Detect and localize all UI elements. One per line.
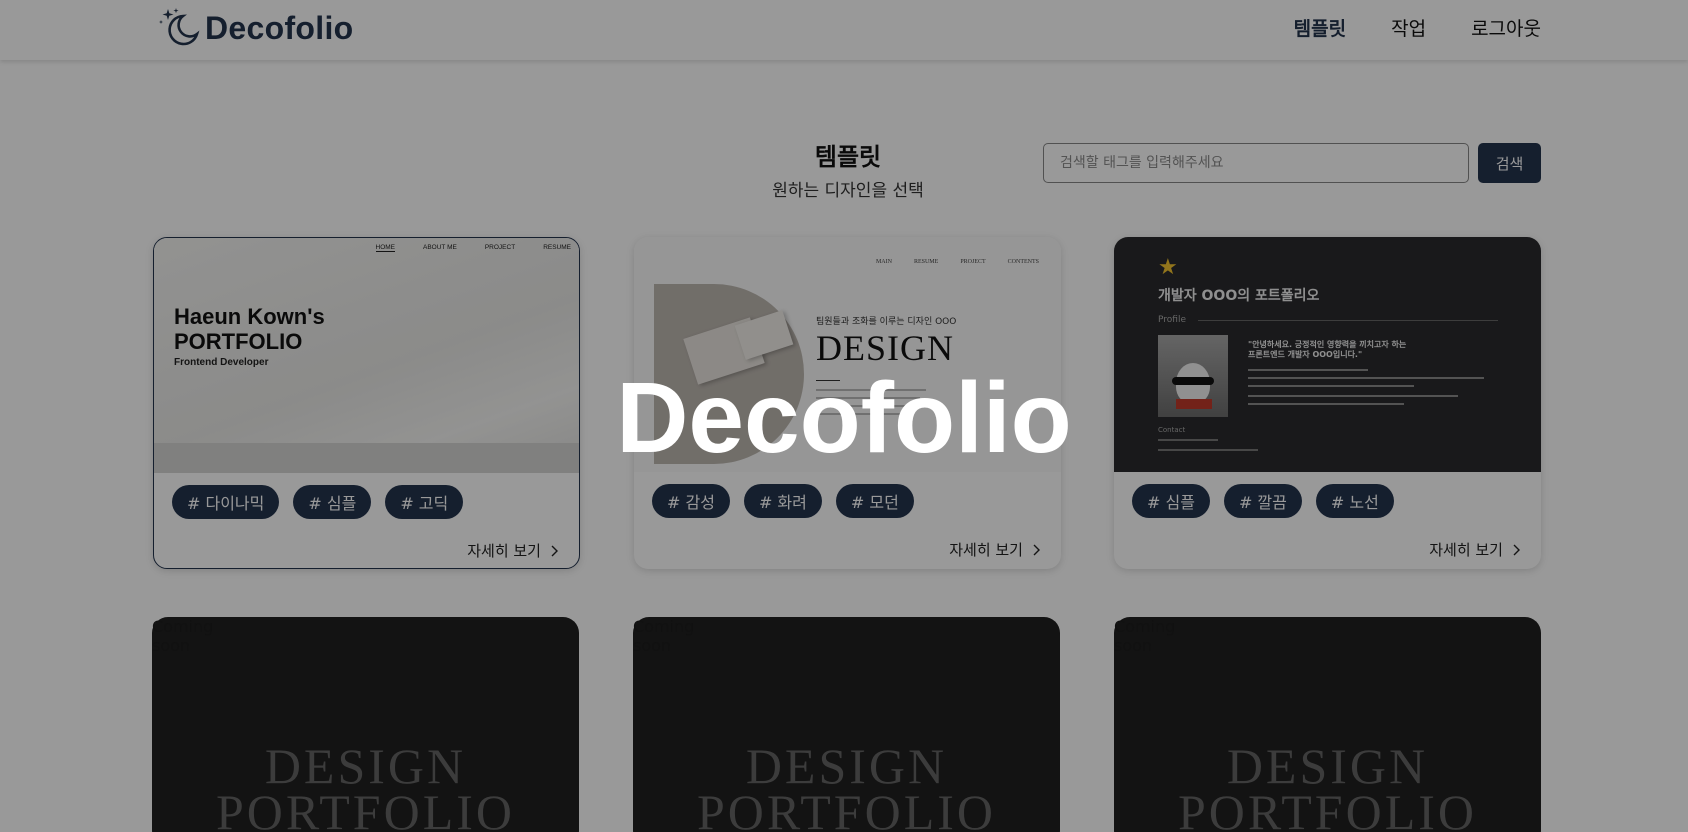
coming-soon-overlay-content: DESIGN PORTFOLIO Coming soon [633,617,1060,832]
coming-soon-label: Coming soon [1114,617,1541,655]
coming-soon-label: Coming soon [152,617,579,655]
coming-soon-bg-text: PORTFOLIO [696,784,997,832]
coming-soon-overlay-content: DESIGN PORTFOLIO Coming soon [152,617,579,832]
coming-soon-label-line: soon [152,636,191,655]
coming-soon-label: Coming soon [633,617,1060,655]
coming-soon-label-line: Coming [633,617,695,636]
splash-title: Decofolio [616,362,1072,474]
coming-soon-overlay-content: DESIGN PORTFOLIO Coming soon [1114,617,1541,832]
coming-soon-label-line: soon [633,636,672,655]
coming-soon-bg-text: PORTFOLIO [215,784,516,832]
coming-soon-label-line: soon [1114,636,1153,655]
coming-soon-label-line: Coming [1114,617,1176,636]
coming-soon-label-line: Coming [152,617,214,636]
coming-soon-bg-text: PORTFOLIO [1177,784,1478,832]
